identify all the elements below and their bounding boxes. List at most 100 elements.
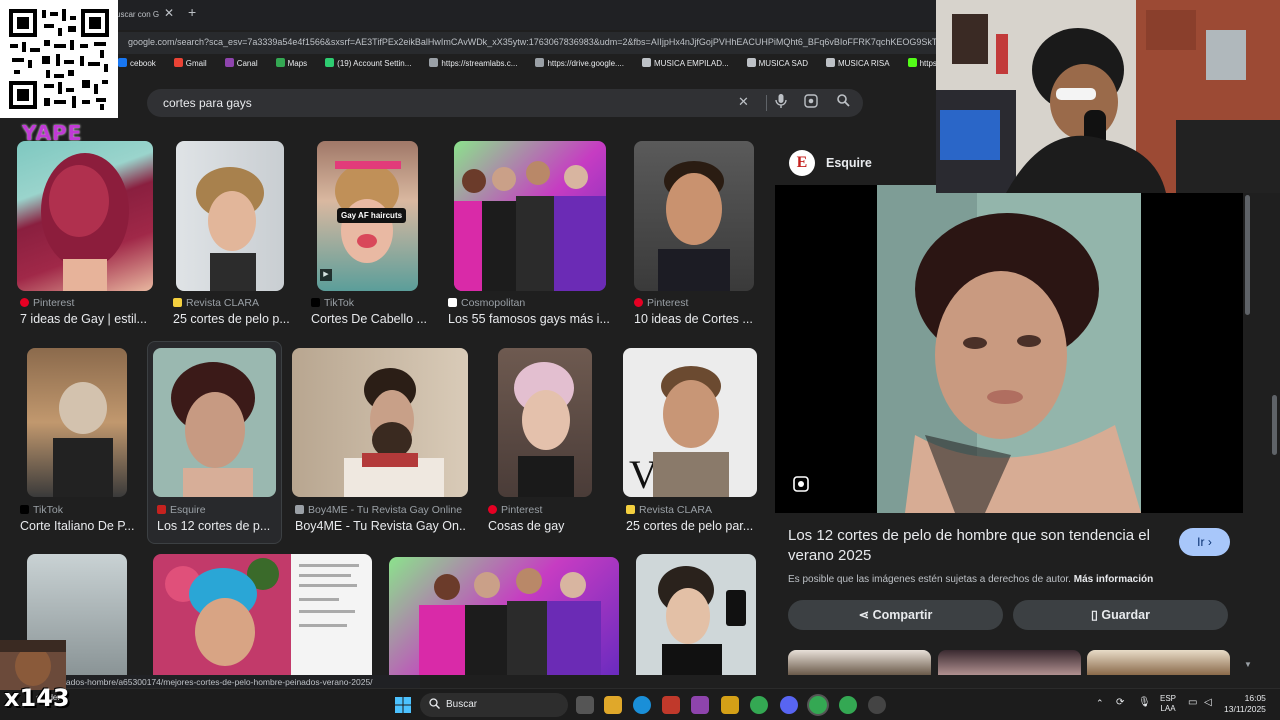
result-image[interactable]	[454, 141, 606, 291]
result-title[interactable]: Los 55 famosos gays más i...	[448, 312, 610, 326]
clock[interactable]: 16:05 13/11/2025	[1224, 693, 1266, 715]
result-image[interactable]	[634, 141, 754, 291]
mic-icon[interactable]: 🎙	[1138, 697, 1151, 708]
bookmark-icon	[907, 58, 917, 67]
windows-start-icon[interactable]	[395, 697, 411, 713]
result-image[interactable]	[17, 141, 153, 291]
bookmark-item[interactable]: https://drive.google....	[535, 58, 624, 68]
result-source[interactable]: Boy4ME - Tu Revista Gay Online	[295, 504, 462, 516]
esquire-icon	[157, 505, 166, 514]
visit-button[interactable]: Ir ›	[1179, 528, 1230, 556]
page-scrollbar[interactable]	[1272, 395, 1277, 455]
result-source[interactable]: Revista CLARA	[626, 504, 712, 516]
share-icon: ⋖	[858, 608, 873, 622]
search-box[interactable]: cortes para gays ✕	[147, 89, 863, 117]
result-title[interactable]: Boy4ME - Tu Revista Gay On...	[295, 519, 467, 533]
result-image[interactable]	[636, 554, 756, 675]
result-image[interactable]	[153, 554, 372, 675]
result-image[interactable]	[176, 141, 284, 291]
bookmark-icon	[118, 58, 127, 67]
result-title[interactable]: 7 ideas de Gay | estil...	[20, 312, 150, 326]
result-source[interactable]: Pinterest	[634, 297, 688, 309]
bookmark-item[interactable]: cebook	[118, 58, 156, 68]
clear-icon[interactable]: ✕	[738, 94, 749, 110]
result-image[interactable]	[153, 348, 276, 497]
result-image[interactable]	[498, 348, 592, 497]
chevron-right-icon: ›	[1207, 535, 1212, 549]
result-source[interactable]: TikTok	[311, 297, 354, 309]
result-image[interactable]	[27, 348, 127, 497]
bookmark-item[interactable]: Canal	[224, 58, 258, 68]
panel-source[interactable]: Esquire	[826, 156, 872, 170]
bookmark-icon	[173, 58, 183, 67]
obs-icon[interactable]	[868, 696, 886, 714]
bookmark-icon: ▯	[1091, 608, 1102, 622]
result-image[interactable]	[292, 348, 468, 497]
bookmark-item[interactable]: Gmail	[173, 58, 207, 68]
chrome-icon[interactable]	[809, 696, 827, 714]
scroll-down-icon[interactable]: ▼	[1244, 660, 1252, 669]
result-image[interactable]: VAN	[623, 348, 757, 497]
result-title[interactable]: Corte Italiano De P...	[20, 519, 136, 533]
tray-chevron-icon[interactable]: ⌃	[1096, 698, 1104, 709]
result-source[interactable]: Cosmopolitan	[448, 297, 525, 309]
file-explorer-icon[interactable]	[604, 696, 622, 714]
network-icon[interactable]: ▭	[1188, 697, 1197, 708]
lens-icon[interactable]	[793, 476, 813, 496]
result-title[interactable]: 25 cortes de pelo par...	[626, 519, 754, 533]
bookmark-item[interactable]: Maps	[275, 58, 307, 68]
result-source[interactable]: Pinterest	[488, 504, 542, 516]
search-input[interactable]: cortes para gays	[163, 96, 252, 110]
bookmark-item[interactable]: MUSICA RISA	[825, 58, 890, 68]
panel-title[interactable]: Los 12 cortes de pelo de hombre que son …	[788, 526, 1168, 566]
result-source[interactable]: Esquire	[157, 504, 206, 516]
bookmark-item[interactable]: (19) Account Settin...	[325, 58, 411, 68]
sync-icon[interactable]: ⟳	[1116, 697, 1124, 708]
related-image[interactable]	[938, 650, 1081, 675]
more-info-link[interactable]: Más información	[1074, 574, 1153, 585]
app-icon[interactable]	[662, 696, 680, 714]
share-button[interactable]: ⋖ Compartir	[788, 600, 1003, 630]
taskbar: Buscar ⌃ ⟳ 🎙 ESP LAA ▭ ◁ 16:05 13/11/2025	[0, 688, 1280, 720]
volume-icon[interactable]: ◁	[1204, 697, 1212, 708]
cosmopolitan-icon	[448, 298, 457, 307]
chrome-icon[interactable]	[750, 696, 768, 714]
result-source[interactable]: Pinterest	[20, 297, 74, 309]
bookmark-item[interactable]: MUSICA SAD	[746, 58, 808, 68]
bookmark-item[interactable]: MUSICA EMPILAD...	[641, 58, 729, 68]
edge-icon[interactable]	[633, 696, 651, 714]
result-title[interactable]: 10 ideas de Cortes ...	[634, 312, 756, 326]
related-image[interactable]	[788, 650, 931, 675]
play-icon: ▶	[320, 269, 332, 281]
reaction-overlay	[0, 640, 66, 690]
result-title[interactable]: Cosas de gay	[488, 519, 598, 533]
lens-icon[interactable]	[804, 94, 818, 111]
discord-icon[interactable]	[780, 696, 798, 714]
result-image[interactable]	[389, 557, 619, 675]
result-title[interactable]: 25 cortes de pelo p...	[173, 312, 295, 326]
result-source[interactable]: Revista CLARA	[173, 297, 259, 309]
language-indicator[interactable]: ESP LAA	[1160, 694, 1176, 714]
app-icon[interactable]	[691, 696, 709, 714]
boy4me-icon	[295, 505, 304, 514]
related-image[interactable]	[1087, 650, 1230, 675]
search-icon[interactable]	[837, 94, 850, 110]
pinterest-icon	[634, 298, 643, 307]
close-tab-icon[interactable]: ✕	[164, 6, 174, 20]
result-title[interactable]: Cortes De Cabello ...	[311, 312, 429, 326]
result-image[interactable]: Gay AF haircuts ▶	[317, 141, 418, 291]
result-title[interactable]: Los 12 cortes de p...	[157, 519, 277, 533]
panel-scrollbar[interactable]	[1245, 195, 1250, 315]
chrome-icon[interactable]	[839, 696, 857, 714]
mic-icon[interactable]	[775, 94, 787, 111]
preview-image[interactable]	[775, 185, 1243, 513]
app-icon[interactable]	[721, 696, 739, 714]
task-view-icon[interactable]	[576, 696, 594, 714]
result-source[interactable]: TikTok	[20, 504, 63, 516]
taskbar-search[interactable]: Buscar	[420, 693, 568, 717]
bookmark-icon	[641, 58, 651, 67]
bookmark-item[interactable]: https://streamlabs.c...	[429, 58, 517, 68]
bookmark-icon	[535, 58, 545, 67]
save-button[interactable]: ▯ Guardar	[1013, 600, 1228, 630]
new-tab-icon[interactable]: +	[188, 4, 196, 20]
